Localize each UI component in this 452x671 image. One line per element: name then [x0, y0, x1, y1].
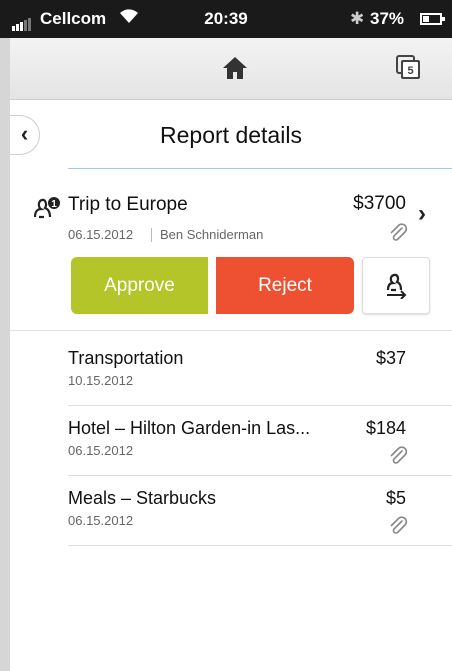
expense-amount: $184 — [365, 418, 406, 438]
expense-date: 06.15.2012 — [68, 443, 134, 458]
title-bar: ‹ Report details — [10, 100, 452, 170]
attachment-icon — [390, 446, 408, 464]
top-nav: 5 — [10, 38, 452, 100]
battery-percent: 37% — [370, 9, 405, 28]
approver-icon: 1 — [33, 197, 60, 219]
stack-button[interactable]: 5 — [395, 54, 423, 82]
stack-badge: 5 — [407, 65, 413, 77]
previous-panel-edge — [0, 38, 10, 671]
expense-amount: $5 — [385, 488, 406, 508]
section-divider — [10, 330, 452, 331]
approve-button[interactable]: Approve — [71, 257, 208, 314]
expense-name: Meals – Starbucks — [68, 488, 217, 508]
expense-name: Transportation — [68, 348, 184, 368]
home-icon — [223, 57, 247, 79]
reject-button[interactable]: Reject — [216, 257, 354, 314]
chevron-right-icon[interactable]: › — [418, 200, 426, 228]
battery-icon — [420, 13, 445, 25]
attachment-icon — [390, 516, 408, 534]
page-title: Report details — [160, 122, 302, 148]
report-submitter: Ben Schniderman — [160, 227, 264, 242]
expense-item[interactable]: Transportation $37 10.15.2012 — [10, 336, 452, 406]
meta-divider — [151, 228, 152, 242]
status-bar: Cellcom 20:39 ✱ 37% — [0, 0, 452, 38]
expense-item[interactable]: Hotel – Hilton Garden-in Las... $184 06.… — [10, 406, 452, 476]
title-divider — [68, 168, 452, 169]
expense-amount: $37 — [375, 348, 406, 368]
stack-icon: 5 — [396, 55, 420, 79]
row-divider — [68, 545, 452, 546]
bluetooth-icon: ✱ — [350, 9, 365, 28]
attachment-icon — [390, 223, 408, 241]
expense-name: Hotel – Hilton Garden-in Las... — [68, 418, 311, 438]
report-amount: $3700 — [353, 193, 406, 214]
expense-date: 10.15.2012 — [68, 373, 134, 388]
expense-item[interactable]: Meals – Starbucks $5 06.15.2012 — [10, 476, 452, 546]
forward-button[interactable] — [362, 257, 430, 314]
forward-approver-icon — [386, 273, 407, 299]
home-button[interactable] — [222, 56, 248, 80]
approver-badge: 1 — [51, 199, 57, 210]
expense-date: 06.15.2012 — [68, 513, 134, 528]
report-date: 06.15.2012 — [68, 227, 134, 242]
report-summary[interactable]: 1 Trip to Europe $3700 06.15.2012 Ben Sc… — [10, 170, 452, 330]
report-name: Trip to Europe — [68, 194, 188, 215]
